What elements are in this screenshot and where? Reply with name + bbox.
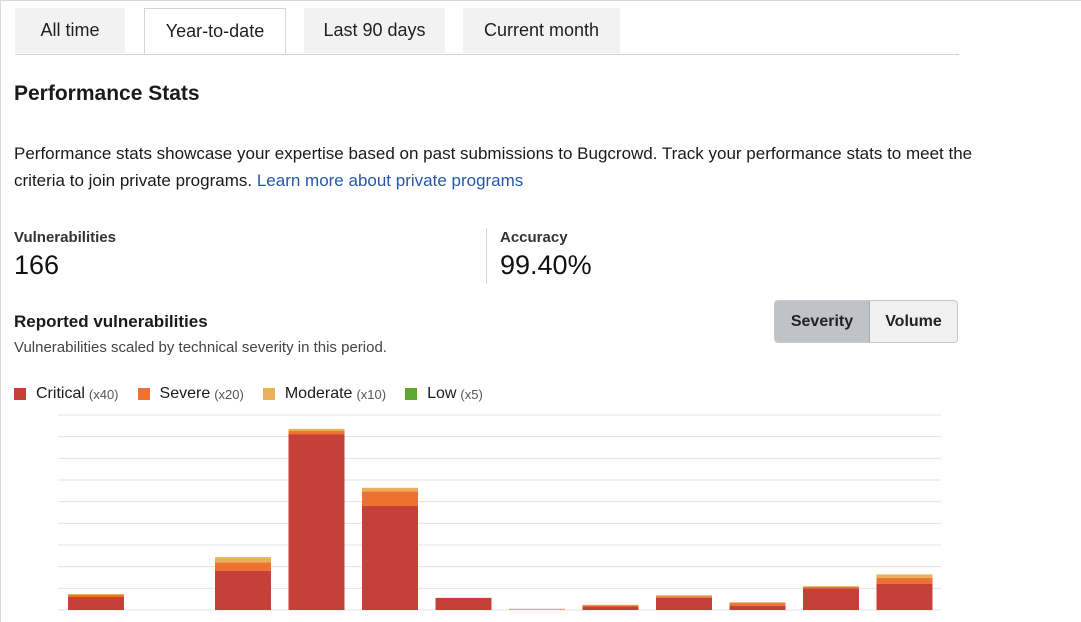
severity-button[interactable]: Severity xyxy=(775,301,870,342)
bar-critical-8[interactable] xyxy=(656,597,712,610)
legend-item-moderate: Moderate (x10) xyxy=(262,385,387,403)
page-title: Performance Stats xyxy=(14,82,200,105)
legend-label-critical: Critical xyxy=(36,385,85,402)
bar-critical-2[interactable] xyxy=(215,571,271,610)
tab-last-90-days[interactable]: Last 90 days xyxy=(304,8,445,53)
bar-severe-8[interactable] xyxy=(656,596,712,598)
bar-severe-10[interactable] xyxy=(803,587,859,589)
accuracy-label: Accuracy xyxy=(500,229,568,246)
bar-severe-4[interactable] xyxy=(362,491,418,506)
bar-severe-0[interactable] xyxy=(68,594,124,597)
legend-label-low: Low xyxy=(427,385,457,402)
legend-multiplier-moderate: (x10) xyxy=(356,386,387,402)
bar-severe-11[interactable] xyxy=(876,577,933,584)
frame-top-border xyxy=(0,0,1081,1)
bar-critical-10[interactable] xyxy=(803,588,859,610)
tab-year-to-date[interactable]: Year-to-date xyxy=(144,8,286,54)
bar-moderate-2[interactable] xyxy=(215,557,271,563)
bar-moderate-6[interactable] xyxy=(509,608,565,610)
learn-more-link[interactable]: Learn more about private programs xyxy=(257,171,523,190)
period-tabs: All time Year-to-date Last 90 days Curre… xyxy=(15,8,959,55)
bar-critical-5[interactable] xyxy=(435,597,492,610)
volume-button[interactable]: Volume xyxy=(870,301,957,342)
bar-critical-9[interactable] xyxy=(729,605,786,610)
bar-critical-0[interactable] xyxy=(68,597,124,610)
legend-item-low: Low (x5) xyxy=(405,385,483,403)
bar-moderate-0[interactable] xyxy=(68,593,124,595)
bar-severe-2[interactable] xyxy=(215,562,271,571)
bar-moderate-8[interactable] xyxy=(656,595,712,597)
bar-severe-7[interactable] xyxy=(582,605,639,607)
bar-critical-3[interactable] xyxy=(288,434,345,611)
legend-item-severe: Severe (x20) xyxy=(137,385,244,403)
bar-severe-9[interactable] xyxy=(729,603,786,606)
bar-critical-11[interactable] xyxy=(876,584,933,610)
vulnerabilities-label: Vulnerabilities xyxy=(14,229,116,246)
stats-divider xyxy=(486,228,487,284)
low-swatch xyxy=(405,388,418,400)
legend-item-critical: Critical (x40) xyxy=(14,385,119,403)
legend-label-severe: Severe xyxy=(159,385,211,402)
bar-moderate-10[interactable] xyxy=(803,586,859,588)
legend-label-moderate: Moderate xyxy=(284,385,353,402)
bar-critical-4[interactable] xyxy=(362,506,418,610)
bar-moderate-4[interactable] xyxy=(362,487,418,492)
legend-multiplier-low: (x5) xyxy=(460,386,483,402)
chart-legend: Critical (x40) Severe (x20) Moderate (x1… xyxy=(14,384,502,404)
accuracy-value: 99.40% xyxy=(500,250,592,280)
bar-critical-7[interactable] xyxy=(582,606,639,610)
reported-vulnerabilities-title: Reported vulnerabilities xyxy=(14,312,208,331)
bar-moderate-3[interactable] xyxy=(288,428,345,432)
bar-moderate-11[interactable] xyxy=(876,574,933,578)
critical-swatch xyxy=(14,388,26,400)
bar-moderate-9[interactable] xyxy=(729,602,786,604)
vulnerabilities-value: 166 xyxy=(14,250,60,280)
legend-multiplier-critical: (x40) xyxy=(88,386,119,402)
page-description: Performance stats showcase your expertis… xyxy=(14,141,974,194)
moderate-swatch xyxy=(262,388,275,400)
tab-current-month[interactable]: Current month xyxy=(463,8,620,53)
bar-severe-3[interactable] xyxy=(288,431,345,435)
reported-vulnerabilities-chart xyxy=(58,414,941,611)
chart-mode-toggle: Severity Volume xyxy=(774,300,958,343)
legend-multiplier-severe: (x20) xyxy=(214,386,244,402)
severe-swatch xyxy=(137,388,150,400)
reported-vulnerabilities-subtitle: Vulnerabilities scaled by technical seve… xyxy=(14,339,387,356)
tab-all-time[interactable]: All time xyxy=(15,8,125,53)
